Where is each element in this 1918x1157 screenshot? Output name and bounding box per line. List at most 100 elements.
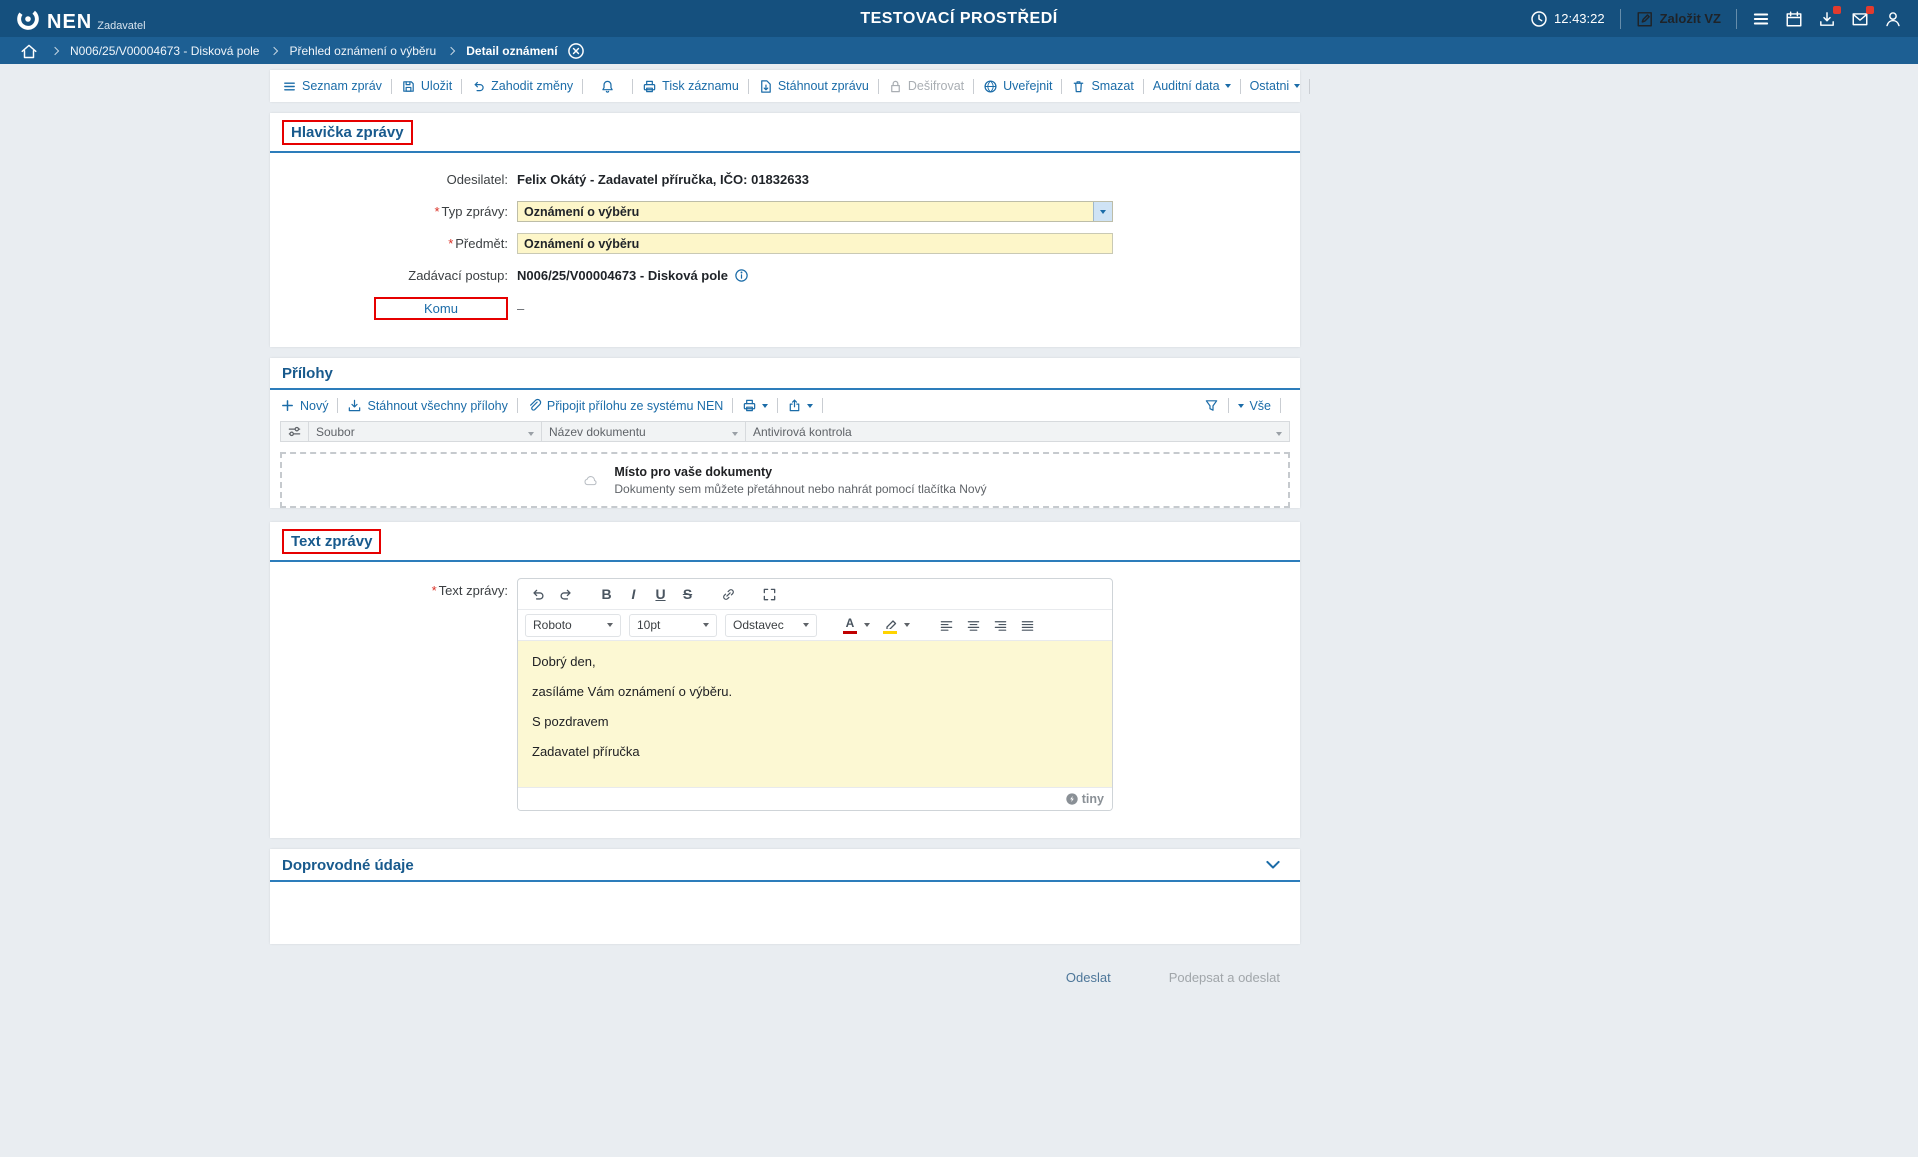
app-header: NEN Zadavatel TESTOVACÍ PROSTŘEDÍ 12:43:… xyxy=(0,0,1918,37)
message-type-select[interactable]: Oznámení o výběru xyxy=(517,201,1113,222)
downloads-badge xyxy=(1833,6,1841,14)
calendar-button[interactable] xyxy=(1785,10,1803,28)
profile-button[interactable] xyxy=(1884,10,1902,28)
font-family-select[interactable]: Roboto xyxy=(525,614,621,637)
form-row-subject: Předmět: xyxy=(270,233,1300,254)
column-header-document-name[interactable]: Název dokumentu xyxy=(542,422,746,441)
highlight-color-button[interactable] xyxy=(879,613,901,637)
send-button[interactable]: Odeslat xyxy=(1060,969,1117,986)
sign-and-send-button[interactable]: Podepsat a odeslat xyxy=(1163,969,1286,986)
info-icon[interactable] xyxy=(734,268,749,283)
export-attachments-menu[interactable] xyxy=(787,398,813,413)
sender-value: Felix Okátý - Zadavatel příručka, IČO: 0… xyxy=(517,172,809,187)
highlight-color-menu[interactable] xyxy=(901,613,913,637)
breadcrumb-separator-icon xyxy=(270,46,278,54)
filter-button[interactable] xyxy=(1204,398,1219,413)
editor-toolbar-row-2: Roboto 10pt Odstavec A xyxy=(518,610,1112,641)
message-type-label: Typ zprávy: xyxy=(270,204,508,219)
logo-text: NEN xyxy=(47,11,92,33)
close-detail-button[interactable] xyxy=(567,42,585,60)
home-button[interactable] xyxy=(20,42,38,60)
align-center-button[interactable] xyxy=(960,613,987,637)
align-justify-button[interactable] xyxy=(1014,613,1041,637)
bold-button[interactable]: B xyxy=(593,582,620,606)
divider xyxy=(461,79,462,94)
message-list-button[interactable]: Seznam zpráv xyxy=(282,79,382,94)
link-button[interactable] xyxy=(715,582,742,606)
attach-from-nen-button[interactable]: Připojit přílohu ze systému NEN xyxy=(527,398,723,413)
logo-subtitle: Zadavatel xyxy=(97,20,145,32)
recipients-field-label[interactable]: Komu xyxy=(374,297,508,320)
undo-button[interactable] xyxy=(525,582,552,606)
nen-logo[interactable]: NEN Zadavatel xyxy=(14,5,146,33)
message-header-form: Odesilatel: Felix Okátý - Zadavatel přír… xyxy=(270,153,1300,347)
audit-data-menu[interactable]: Auditní data xyxy=(1153,79,1231,93)
publish-button[interactable]: Uveřejnit xyxy=(983,79,1052,94)
align-center-icon xyxy=(966,618,981,633)
filter-icon[interactable] xyxy=(724,425,738,439)
block-format-select[interactable]: Odstavec xyxy=(725,614,817,637)
fullscreen-button[interactable] xyxy=(756,582,783,606)
divider xyxy=(1143,79,1144,94)
download-message-button[interactable]: Stáhnout zprávu xyxy=(758,79,869,94)
attachments-dropzone[interactable]: Místo pro vaše dokumenty Dokumenty sem m… xyxy=(280,452,1290,508)
redo-button[interactable] xyxy=(552,582,579,606)
messages-button[interactable] xyxy=(1851,10,1869,28)
section-title: Text zprávy xyxy=(291,533,372,550)
discard-changes-button[interactable]: Zahodit změny xyxy=(471,79,573,94)
font-size-select[interactable]: 10pt xyxy=(629,614,717,637)
section-header: Hlavička zprávy xyxy=(270,113,1300,153)
filter-icon[interactable] xyxy=(1268,425,1282,439)
cloud-upload-icon xyxy=(583,473,598,488)
trash-icon xyxy=(1071,79,1086,94)
form-row-sender: Odesilatel: Felix Okátý - Zadavatel přír… xyxy=(270,169,1300,190)
editor-paragraph: Dobrý den, xyxy=(532,654,1098,669)
chevron-down-icon xyxy=(864,623,870,627)
align-left-button[interactable] xyxy=(933,613,960,637)
underline-button[interactable]: U xyxy=(647,582,674,606)
align-right-button[interactable] xyxy=(987,613,1014,637)
section-message-header: Hlavička zprávy Odesilatel: Felix Okátý … xyxy=(270,113,1300,347)
notification-button[interactable] xyxy=(592,79,623,94)
text-color-menu[interactable] xyxy=(861,613,873,637)
editor-content-area[interactable]: Dobrý den, zasíláme Vám oznámení o výběr… xyxy=(518,641,1112,787)
divider xyxy=(391,79,392,94)
column-settings-button[interactable] xyxy=(281,422,309,441)
new-attachment-button[interactable]: Nový xyxy=(280,398,328,413)
messages-badge xyxy=(1866,6,1874,14)
filter-icon[interactable] xyxy=(520,425,534,439)
collapse-toggle-button[interactable] xyxy=(1264,856,1288,874)
dropdown-button[interactable] xyxy=(1093,202,1112,221)
save-button[interactable]: Uložit xyxy=(401,79,452,94)
column-header-antivirus[interactable]: Antivirová kontrola xyxy=(746,422,1289,441)
tinymce-branding[interactable]: tiny xyxy=(1065,792,1104,806)
print-record-button[interactable]: Tisk záznamu xyxy=(642,79,739,94)
breadcrumb-item-overview[interactable]: Přehled oznámení o výběru xyxy=(289,44,436,58)
other-menu[interactable]: Ostatni xyxy=(1250,79,1301,93)
download-all-attachments-button[interactable]: Stáhnout všechny přílohy xyxy=(347,398,507,413)
downloads-button[interactable] xyxy=(1818,10,1836,28)
view-all-menu[interactable]: Vše xyxy=(1238,399,1271,413)
create-vz-button[interactable]: Založit VZ xyxy=(1636,10,1721,28)
text-color-swatch xyxy=(843,631,857,634)
divider xyxy=(777,398,778,413)
subject-input[interactable] xyxy=(517,233,1113,254)
calendar-icon xyxy=(1785,10,1803,28)
menu-button[interactable] xyxy=(1752,10,1770,28)
text-color-button[interactable]: A xyxy=(839,613,861,637)
breadcrumb-item-procedure[interactable]: N006/25/V00004673 - Disková pole xyxy=(70,44,259,58)
section-header: Doprovodné údaje xyxy=(270,849,1300,882)
italic-button[interactable]: I xyxy=(620,582,647,606)
form-row-procedure: Zadávací postup: N006/25/V00004673 - Dis… xyxy=(270,265,1300,286)
print-attachments-menu[interactable] xyxy=(742,398,768,413)
session-time: 12:43:22 xyxy=(1554,11,1605,26)
divider xyxy=(1309,79,1310,94)
procedure-value: N006/25/V00004673 - Disková pole xyxy=(517,268,728,283)
strikethrough-button[interactable]: S xyxy=(674,582,701,606)
bell-icon xyxy=(600,79,615,94)
section-title: Doprovodné údaje xyxy=(282,857,414,874)
column-header-file[interactable]: Soubor xyxy=(309,422,542,441)
form-row-message-type: Typ zprávy: Oznámení o výběru xyxy=(270,201,1300,222)
message-type-value: Oznámení o výběru xyxy=(524,205,639,219)
delete-button[interactable]: Smazat xyxy=(1071,79,1133,94)
